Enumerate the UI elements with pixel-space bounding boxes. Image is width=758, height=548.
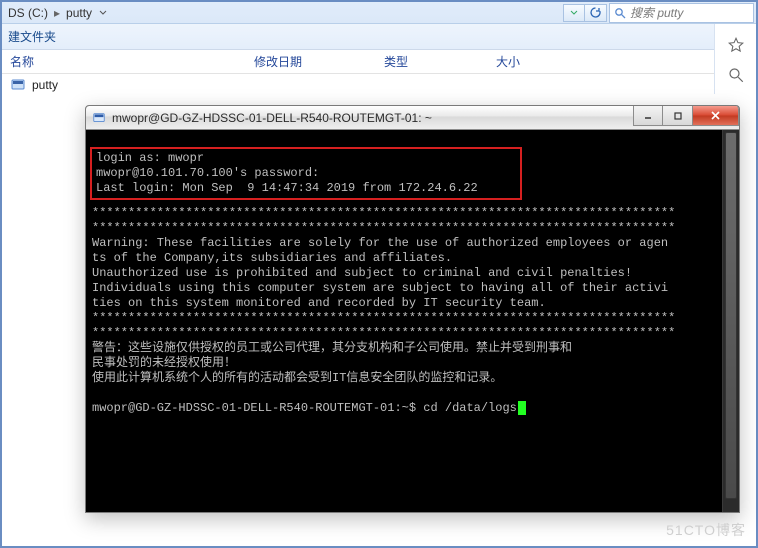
banner-stars: ****************************************… xyxy=(92,311,675,325)
login-line-1: login as: mwopr xyxy=(96,151,204,165)
search-icon xyxy=(614,7,626,19)
login-line-3: Last login: Mon Sep 9 14:47:34 2019 from… xyxy=(96,181,478,195)
maximize-button[interactable] xyxy=(663,106,693,126)
banner-line: Unauthorized use is prohibited and subje… xyxy=(92,266,632,280)
login-highlight-box: login as: mwopr mwopr@10.101.70.100's pa… xyxy=(90,147,522,200)
window-title: mwopr@GD-GZ-HDSSC-01-DELL-R540-ROUTEMGT-… xyxy=(112,111,627,125)
putty-file-icon xyxy=(10,77,26,93)
scrollbar-thumb[interactable] xyxy=(725,132,737,499)
list-item[interactable]: putty xyxy=(2,74,756,96)
search-input[interactable]: 搜索 putty xyxy=(609,3,754,23)
file-name: putty xyxy=(32,78,58,92)
chevron-right-icon: ▸ xyxy=(52,6,62,20)
banner-cn-line: 使用此计算机系统个人的所有的活动都会受到IT信息安全团队的监控和记录。 xyxy=(92,371,502,385)
minimize-button[interactable] xyxy=(633,106,663,126)
banner-line: Individuals using this computer system a… xyxy=(92,281,668,295)
star-icon[interactable] xyxy=(725,34,747,56)
shell-command: cd /data/logs xyxy=(423,401,517,415)
banner-cn-line: 民事处罚的未经授权使用！ xyxy=(92,356,236,370)
refresh-button[interactable] xyxy=(585,4,607,22)
terminal[interactable]: login as: mwopr mwopr@10.101.70.100's pa… xyxy=(86,130,739,512)
banner-stars: ****************************************… xyxy=(92,326,675,340)
putty-window: mwopr@GD-GZ-HDSSC-01-DELL-R540-ROUTEMGT-… xyxy=(85,105,740,513)
banner-cn-line: 警告：这些设施仅供授权的员工或公司代理，其分支机构和子公司使用。禁止并受到刑事和 xyxy=(92,341,572,355)
explorer-toolbar: 建文件夹 xyxy=(2,24,756,50)
column-type[interactable]: 类型 xyxy=(384,53,496,70)
search-placeholder: 搜索 putty xyxy=(630,4,683,21)
address-dropdown-button[interactable] xyxy=(563,4,585,22)
chevron-down-icon[interactable] xyxy=(96,6,110,20)
shell-prompt: mwopr@GD-GZ-HDSSC-01-DELL-R540-ROUTEMGT-… xyxy=(92,401,423,415)
column-size[interactable]: 大小 xyxy=(496,53,576,70)
login-line-2: mwopr@10.101.70.100's password: xyxy=(96,166,319,180)
column-name[interactable]: 名称 xyxy=(10,53,254,70)
cursor-icon xyxy=(518,401,526,415)
banner-line: Warning: These facilities are solely for… xyxy=(92,236,668,250)
banner-line: ties on this system monitored and record… xyxy=(92,296,546,310)
close-button[interactable] xyxy=(693,106,739,126)
breadcrumb[interactable]: DS (C:) ▸ putty xyxy=(2,6,116,20)
putty-icon xyxy=(92,111,106,125)
explorer-address-bar: DS (C:) ▸ putty 搜索 putty xyxy=(2,2,756,24)
address-buttons xyxy=(563,4,607,22)
banner-line: ts of the Company,its subsidiaries and a… xyxy=(92,251,452,265)
right-rail xyxy=(714,24,756,94)
terminal-scrollbar[interactable] xyxy=(722,130,739,512)
banner-stars: ****************************************… xyxy=(92,221,675,235)
search-rail-icon[interactable] xyxy=(725,64,747,86)
watermark: 51CTO博客 xyxy=(666,520,746,540)
titlebar[interactable]: mwopr@GD-GZ-HDSSC-01-DELL-R540-ROUTEMGT-… xyxy=(86,106,739,130)
breadcrumb-drive[interactable]: DS (C:) xyxy=(8,6,48,20)
window-buttons xyxy=(633,106,739,129)
banner-stars: ****************************************… xyxy=(92,206,675,220)
new-folder-button[interactable]: 建文件夹 xyxy=(8,28,56,45)
breadcrumb-folder[interactable]: putty xyxy=(66,6,92,20)
column-headers: 名称 修改日期 类型 大小 xyxy=(2,50,756,74)
column-date[interactable]: 修改日期 xyxy=(254,53,384,70)
